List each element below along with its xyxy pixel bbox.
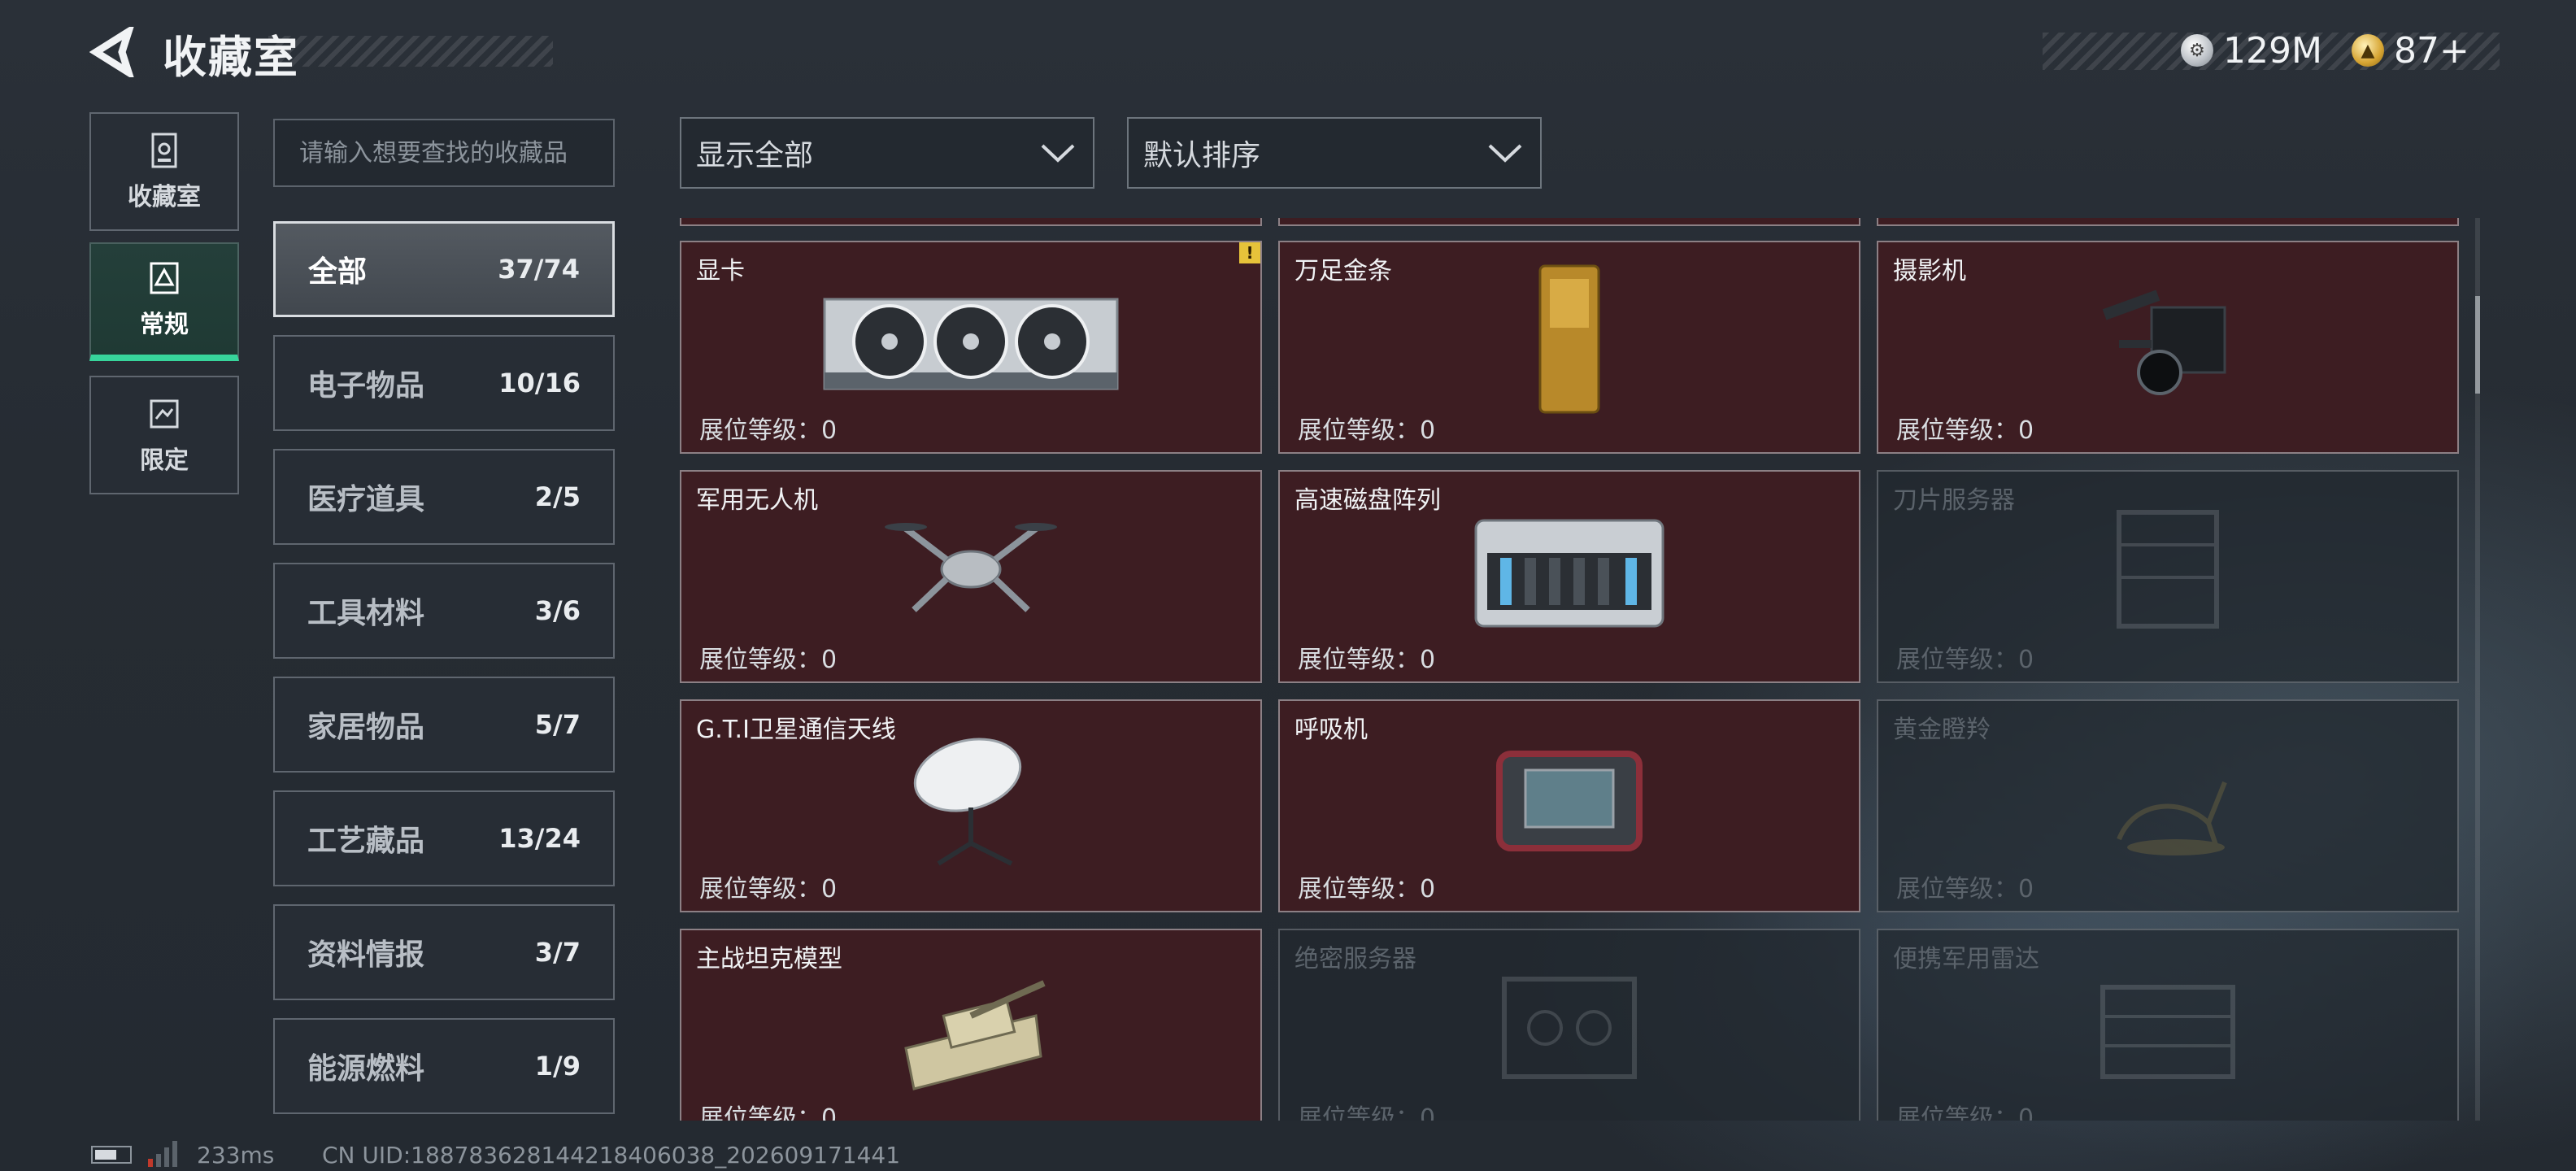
collection-frame-icon <box>150 262 179 294</box>
category-energy[interactable]: 能源燃料 1/9 <box>273 1018 615 1114</box>
category-count: 10/16 <box>498 368 581 398</box>
alert-badge: ! <box>1239 242 1260 263</box>
grid-scrollbar[interactable] <box>2475 218 2480 1121</box>
category-intel[interactable]: 资料情报 3/7 <box>273 904 615 1000</box>
category-name: 家居物品 <box>307 711 425 744</box>
battery-icon <box>91 1146 132 1164</box>
item-card-ventilator[interactable]: 呼吸机 展位等级：0 <box>1278 699 1860 912</box>
category-name: 工艺藏品 <box>307 825 425 858</box>
category-name: 电子物品 <box>307 369 425 403</box>
portable-radar-icon <box>1878 963 2457 1093</box>
item-level: 展位等级：0 <box>1298 416 1436 445</box>
item-card-secret-server[interactable]: 绝密服务器 展位等级：0 <box>1278 929 1860 1121</box>
category-count: 37/74 <box>498 254 580 285</box>
nav-regular[interactable]: 常规 <box>89 242 239 361</box>
item-card-tank-model[interactable]: 主战坦克模型 展位等级：0 <box>680 929 1262 1121</box>
disk-array-icon <box>1280 504 1859 634</box>
drone-icon <box>681 504 1260 634</box>
gold-currency-value: 87+ <box>2394 29 2469 72</box>
tank-model-icon <box>681 963 1260 1093</box>
item-card-blade-server[interactable]: 刀片服务器 展位等级：0 <box>1877 470 2459 683</box>
category-count: 3/7 <box>534 937 581 968</box>
show-filter-dropdown[interactable]: 显示全部 <box>680 117 1094 189</box>
collection-grid: 显卡 ! 展位等级：0 万足金条 展位等级：0 摄影机 展位等级：0 军用无人机… <box>680 218 2461 1121</box>
item-level: 展位等级：0 <box>699 646 838 674</box>
back-arrow-icon <box>89 27 134 77</box>
category-tools[interactable]: 工具材料 3/6 <box>273 563 615 659</box>
item-level: 展位等级：0 <box>699 875 838 903</box>
category-name: 能源燃料 <box>307 1052 425 1086</box>
top-bar: 收藏室 ⚙ 129M ▲ 87+ <box>0 0 2576 106</box>
item-level: 展位等级：0 <box>1298 646 1436 674</box>
item-level: 展位等级：0 <box>1896 416 2034 445</box>
back-button[interactable] <box>88 24 137 80</box>
search-box <box>273 119 615 187</box>
title-stripe <box>268 36 553 67</box>
item-card-disk-array[interactable]: 高速磁盘阵列 展位等级：0 <box>1278 470 1860 683</box>
ping-value: 233ms <box>197 1142 275 1169</box>
ventilator-icon <box>1280 734 1859 864</box>
limited-frame-icon <box>150 399 179 429</box>
satellite-dish-icon <box>681 734 1260 866</box>
blade-server-icon <box>1878 504 2457 634</box>
item-card-portable-radar[interactable]: 便携军用雷达 展位等级：0 <box>1877 929 2459 1121</box>
item-card-drone[interactable]: 军用无人机 展位等级：0 <box>680 470 1262 683</box>
category-name: 医疗道具 <box>307 483 425 516</box>
item-level: 展位等级：0 <box>699 416 838 445</box>
category-crafts[interactable]: 工艺藏品 13/24 <box>273 790 615 886</box>
category-medical[interactable]: 医疗道具 2/5 <box>273 449 615 545</box>
item-card-gold-bar[interactable]: 万足金条 展位等级：0 <box>1278 241 1860 454</box>
category-electronics[interactable]: 电子物品 10/16 <box>273 335 615 431</box>
item-card-video-camera[interactable]: 摄影机 展位等级：0 <box>1877 241 2459 454</box>
silver-currency[interactable]: ⚙ 129M <box>2181 28 2322 73</box>
category-household[interactable]: 家居物品 5/7 <box>273 677 615 773</box>
show-filter-value: 显示全部 <box>696 139 814 172</box>
gold-bar-icon <box>1280 264 1859 414</box>
gold-coin-icon: ▲ <box>2352 34 2384 67</box>
nav-collection-room[interactable]: 收藏室 <box>89 112 239 231</box>
item-card-satellite-antenna[interactable]: G.T.I卫星通信天线 展位等级：0 <box>680 699 1262 912</box>
chevron-down-icon <box>1488 144 1522 163</box>
video-camera-icon <box>1878 275 2457 405</box>
category-name: 工具材料 <box>307 597 425 630</box>
chevron-down-icon <box>1041 144 1075 163</box>
category-count: 2/5 <box>534 481 581 512</box>
search-input[interactable] <box>275 120 613 185</box>
nav-limited[interactable]: 限定 <box>89 376 239 494</box>
graphics-card-icon <box>681 275 1260 405</box>
golden-gazelle-icon <box>1878 734 2457 864</box>
category-name: 资料情报 <box>307 938 425 972</box>
category-count: 1/9 <box>534 1051 581 1082</box>
category-count: 3/6 <box>534 595 581 626</box>
item-level: 展位等级：0 <box>699 1104 838 1121</box>
item-level: 展位等级：0 <box>1896 1104 2034 1121</box>
sort-value: 默认排序 <box>1143 139 1261 172</box>
scroll-thumb[interactable] <box>2475 296 2480 394</box>
secret-server-icon <box>1280 963 1859 1093</box>
gold-currency[interactable]: ▲ 87+ <box>2352 28 2469 73</box>
user-uid: CN UID:188783628144218406038_20260917144… <box>322 1142 901 1169</box>
nav-label: 限定 <box>140 446 189 475</box>
item-level: 展位等级：0 <box>1298 875 1436 903</box>
item-level: 展位等级：0 <box>1298 1104 1436 1121</box>
item-card-graphics-card[interactable]: 显卡 ! 展位等级：0 <box>680 241 1262 454</box>
category-count: 13/24 <box>498 823 581 854</box>
silver-coin-icon: ⚙ <box>2181 34 2213 67</box>
sort-dropdown[interactable]: 默认排序 <box>1127 117 1542 189</box>
partial-row-edge <box>1877 218 2459 226</box>
item-level: 展位等级：0 <box>1896 875 2034 903</box>
nav-label: 收藏室 <box>128 183 201 211</box>
partial-row-edge <box>1278 218 1860 226</box>
category-name: 全部 <box>308 255 368 289</box>
signal-icon <box>148 1141 177 1167</box>
item-card-golden-gazelle[interactable]: 黄金瞪羚 展位等级：0 <box>1877 699 2459 912</box>
item-level: 展位等级：0 <box>1896 646 2034 674</box>
category-count: 5/7 <box>534 709 581 740</box>
partial-row-edge <box>680 218 1262 226</box>
category-all[interactable]: 全部 37/74 <box>273 221 615 317</box>
trophy-cabinet-icon <box>151 133 177 168</box>
silver-currency-value: 129M <box>2223 29 2322 72</box>
page-title: 收藏室 <box>163 32 299 83</box>
nav-label: 常规 <box>140 311 189 339</box>
